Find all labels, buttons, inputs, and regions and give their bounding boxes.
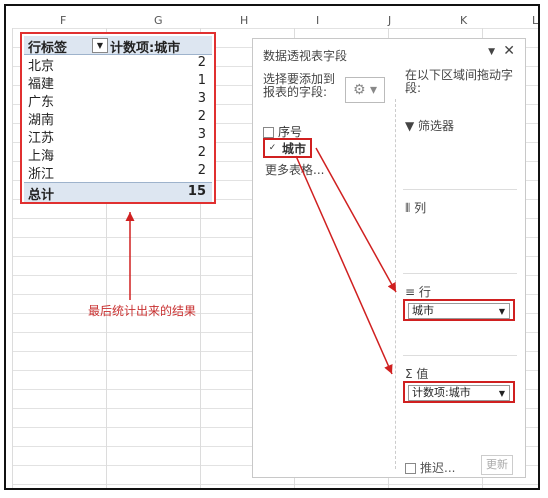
drag-arrows	[125, 147, 397, 375]
arrow-to-values	[295, 155, 393, 375]
screenshot-frame: F G H I J K L 行标签 ▼ 计数项:城市 北京 2 福建 1 广东 3 湖…	[4, 4, 540, 490]
arrow-to-rows	[315, 147, 397, 293]
